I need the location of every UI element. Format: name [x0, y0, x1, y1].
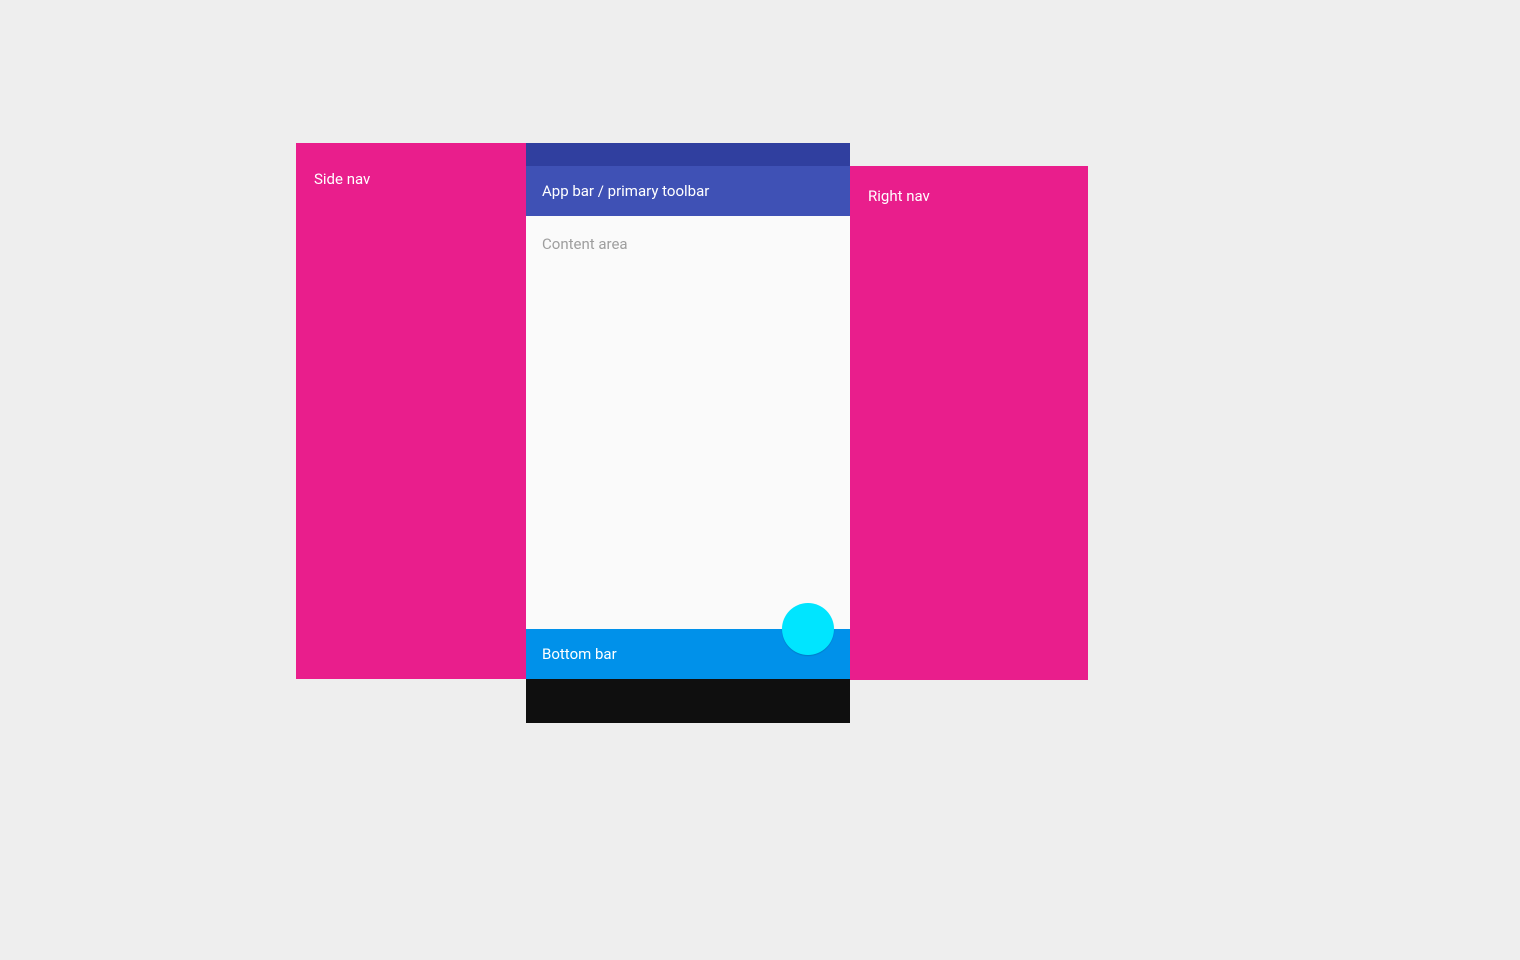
status-bar [526, 143, 850, 166]
content-area-label: Content area [542, 235, 628, 253]
bottom-bar-label: Bottom bar [542, 645, 617, 663]
side-nav-label: Side nav [314, 170, 370, 188]
android-nav-bar [526, 679, 850, 723]
device-frame: App bar / primary toolbar Content area B… [526, 143, 850, 723]
right-nav-label: Right nav [868, 187, 930, 205]
app-bar: App bar / primary toolbar [526, 166, 850, 216]
right-nav-panel: Right nav [850, 166, 1088, 680]
side-nav-panel: Side nav [296, 143, 526, 679]
floating-action-button[interactable] [782, 603, 834, 655]
app-bar-label: App bar / primary toolbar [542, 182, 709, 200]
diagram-canvas: Side nav Right nav App bar / primary too… [0, 0, 1520, 960]
content-area: Content area [526, 216, 850, 629]
